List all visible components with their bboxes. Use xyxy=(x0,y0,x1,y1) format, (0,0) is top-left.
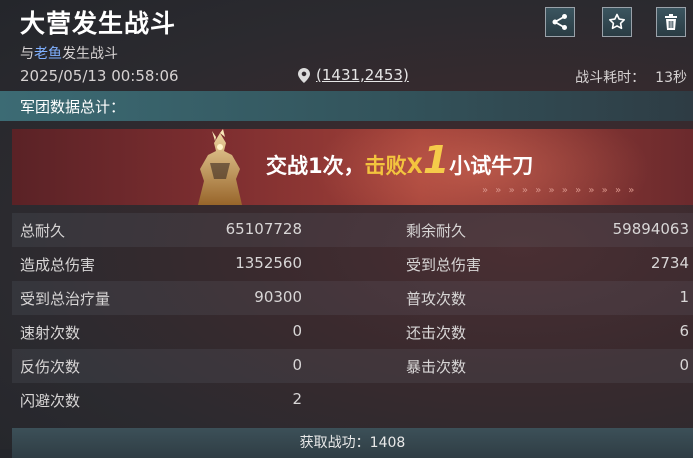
stats-row: 受到总治疗量 90300 普攻次数 1 xyxy=(12,281,693,315)
banner-summary: 交战1次， 击败X 1 小试牛刀 xyxy=(266,138,534,182)
page-title: 大营发生战斗 xyxy=(20,9,177,38)
stat-value: 90300 xyxy=(254,288,302,306)
location-coordinates-link[interactable]: (1431,2453) xyxy=(316,66,409,84)
battle-result-banner: 交战1次， 击败X 1 小试牛刀 » » » » » » » » » » » » xyxy=(12,129,693,205)
stat-label: 普攻次数 xyxy=(406,290,467,308)
trash-icon xyxy=(665,14,677,30)
stat-value: 1352560 xyxy=(235,254,302,272)
enemy-name-link[interactable]: 老鱼 xyxy=(34,46,62,62)
stat-value: 59894063 xyxy=(612,220,689,238)
stat-value: 6 xyxy=(679,322,689,340)
battle-datetime: 2025/05/13 00:58:06 xyxy=(20,67,179,85)
section-header: 军团数据总计： xyxy=(0,91,693,121)
defeat-label: 击败X xyxy=(364,154,423,178)
stat-value: 0 xyxy=(292,356,302,374)
battle-duration: 战斗耗时： 13秒 xyxy=(575,67,687,87)
stat-label: 闪避次数 xyxy=(20,392,81,410)
stat-label: 暴击次数 xyxy=(406,358,467,376)
merit-reward-bar: 获取战功：1408 xyxy=(12,428,693,458)
stat-label: 受到总伤害 xyxy=(406,256,482,274)
battle-location[interactable]: (1431,2453) xyxy=(298,66,409,84)
battle-subtitle: 与老鱼发生战斗 xyxy=(20,43,118,63)
stats-row: 反伤次数 0 暴击次数 0 xyxy=(12,349,693,383)
subtitle-prefix: 与 xyxy=(20,46,34,62)
duration-label: 战斗耗时： xyxy=(575,70,646,86)
stat-label: 反伤次数 xyxy=(20,358,81,376)
stats-row: 闪避次数 2 xyxy=(12,383,693,417)
stat-label: 还击次数 xyxy=(406,324,467,342)
defeat-count: 1 xyxy=(422,138,450,182)
stat-value: 2734 xyxy=(650,254,689,272)
stat-label: 总耐久 xyxy=(20,222,66,240)
stat-label: 造成总伤害 xyxy=(20,256,96,274)
defeated-target: 小试牛刀 xyxy=(449,154,534,178)
stat-value: 65107728 xyxy=(225,220,302,238)
stat-label: 剩余耐久 xyxy=(406,222,467,240)
stat-label: 速射次数 xyxy=(20,324,81,342)
share-icon xyxy=(552,14,567,30)
stats-row: 造成总伤害 1352560 受到总伤害 2734 xyxy=(12,247,693,281)
stat-label: 受到总治疗量 xyxy=(20,290,111,308)
section-title: 军团数据总计： xyxy=(20,98,126,116)
stat-value: 1 xyxy=(679,288,689,306)
favorite-button[interactable] xyxy=(602,7,632,37)
duration-value: 13秒 xyxy=(655,70,687,86)
subtitle-suffix: 发生战斗 xyxy=(62,46,118,62)
location-pin-icon xyxy=(298,67,310,83)
star-icon xyxy=(609,13,625,30)
stats-row: 速射次数 0 还击次数 6 xyxy=(12,315,693,349)
stat-value: 2 xyxy=(292,390,302,408)
banner-chevrons: » » » » » » » » » » » » xyxy=(482,185,637,196)
stat-value: 0 xyxy=(292,322,302,340)
delete-button[interactable] xyxy=(656,7,686,37)
stats-table: 总耐久 65107728 剩余耐久 59894063 造成总伤害 1352560… xyxy=(12,213,693,417)
stats-row: 总耐久 65107728 剩余耐久 59894063 xyxy=(12,213,693,247)
commander-figure-icon xyxy=(198,129,242,205)
banner-prefix: 交战1次， xyxy=(266,154,365,178)
share-button[interactable] xyxy=(545,7,575,37)
stat-value: 0 xyxy=(679,356,689,374)
